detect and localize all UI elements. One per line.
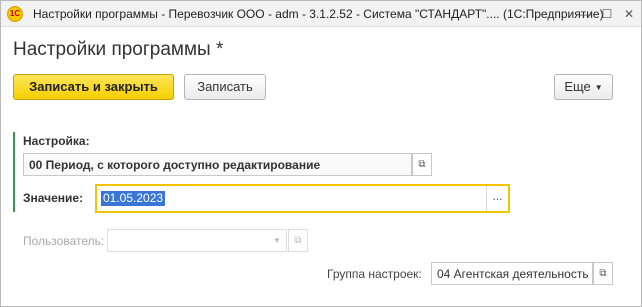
save-button[interactable]: Записать (184, 74, 266, 100)
minimize-icon[interactable]: — (577, 6, 593, 22)
open-setting-icon[interactable]: ⧉ (412, 153, 432, 176)
value-text: 01.05.2023 (101, 191, 166, 206)
select-value-button[interactable]: ... (486, 186, 508, 211)
chevron-down-icon: ▼ (594, 83, 603, 92)
user-label: Пользователь: (23, 234, 105, 248)
settings-group-label: Группа настроек: (327, 267, 422, 281)
page-title: Настройки программы * (13, 39, 224, 60)
value-label: Значение: (23, 191, 84, 205)
close-icon[interactable]: ✕ (621, 6, 637, 22)
user-field[interactable]: ▼ (107, 229, 287, 252)
chevron-down-icon[interactable]: ▼ (268, 230, 286, 251)
more-button-label: Еще (564, 79, 591, 94)
settings-group-value: 04 Агентская деятельность (437, 267, 589, 281)
maximize-icon[interactable]: ☐ (599, 6, 615, 22)
settings-group-field[interactable]: 04 Агентская деятельность (431, 262, 593, 285)
more-button[interactable]: Еще ▼ (554, 74, 613, 100)
group-accent-bar (13, 132, 15, 212)
save-and-close-button[interactable]: Записать и закрыть (13, 74, 174, 100)
value-input[interactable]: 01.05.2023 ... (95, 184, 510, 213)
app-window: 1С Настройки программы - Перевозчик ООО … (0, 0, 642, 307)
app-logo-icon: 1С (7, 6, 23, 22)
open-group-icon[interactable]: ⧉ (593, 262, 613, 285)
setting-value: 00 Период, с которого доступно редактиро… (29, 158, 321, 172)
title-bar: 1С Настройки программы - Перевозчик ООО … (1, 1, 641, 27)
window-title: Настройки программы - Перевозчик ООО - a… (33, 7, 604, 21)
setting-label: Настройка: (23, 134, 90, 148)
setting-field[interactable]: 00 Период, с которого доступно редактиро… (23, 153, 412, 176)
open-user-icon[interactable]: ⧉ (288, 229, 308, 252)
